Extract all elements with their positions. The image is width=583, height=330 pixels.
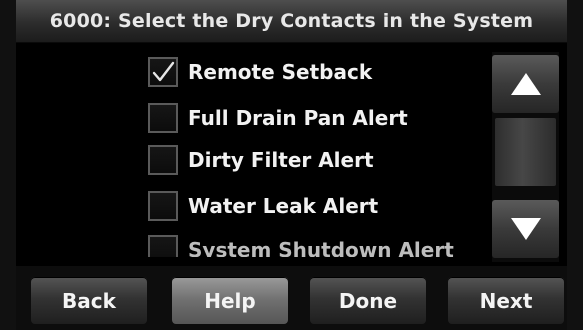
option-full-drain-pan-alert[interactable]: Full Drain Pan Alert [148, 100, 408, 136]
checkbox-unchecked[interactable] [148, 145, 178, 175]
scrollbar[interactable] [492, 52, 559, 262]
next-button[interactable]: Next [448, 277, 564, 324]
triangle-up-icon [510, 73, 541, 95]
done-button[interactable]: Done [310, 277, 426, 324]
option-label: Dirty Filter Alert [188, 148, 374, 172]
checkbox-unchecked[interactable] [148, 191, 178, 221]
option-label: Remote Setback [188, 60, 373, 84]
checkmark-icon [152, 61, 175, 82]
checkbox-unchecked[interactable] [148, 103, 178, 133]
options-list: Remote Setback Full Drain Pan Alert Dirt… [120, 52, 480, 257]
triangle-down-icon [510, 218, 541, 240]
scroll-up-button[interactable] [492, 55, 559, 113]
option-label: Full Drain Pan Alert [188, 106, 408, 130]
option-system-shutdown-alert[interactable]: System Shutdown Alert [148, 232, 454, 257]
back-button[interactable]: Back [31, 277, 147, 324]
checkbox-checked[interactable] [148, 57, 178, 87]
page-title: 6000: Select the Dry Contacts in the Sys… [16, 0, 567, 43]
scroll-thumb[interactable] [495, 118, 556, 186]
thermostat-screen: 6000: Select the Dry Contacts in the Sys… [0, 0, 583, 330]
help-button[interactable]: Help [172, 277, 288, 324]
option-label: Water Leak Alert [188, 194, 379, 218]
option-remote-setback[interactable]: Remote Setback [148, 54, 372, 90]
right-frame [567, 0, 583, 330]
checkbox-unchecked[interactable] [148, 235, 178, 257]
scroll-down-button[interactable] [492, 200, 559, 258]
option-label: System Shutdown Alert [188, 238, 454, 257]
option-water-leak-alert[interactable]: Water Leak Alert [148, 188, 378, 224]
option-dirty-filter-alert[interactable]: Dirty Filter Alert [148, 142, 374, 178]
left-frame [0, 0, 16, 330]
